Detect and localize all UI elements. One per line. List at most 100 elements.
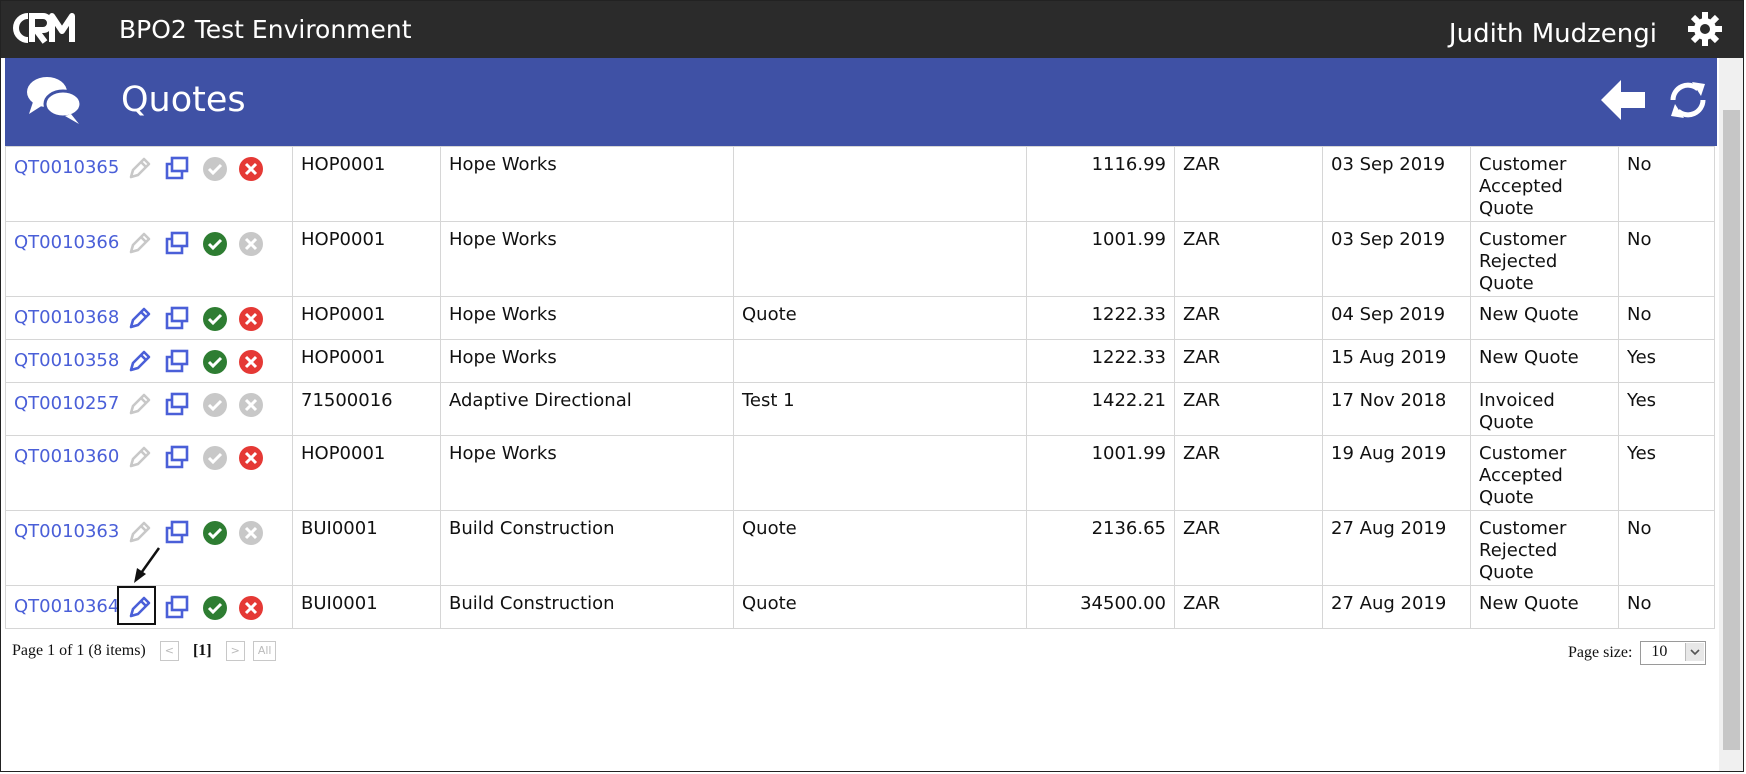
pencil-icon[interactable] (125, 305, 153, 339)
check-circle-icon[interactable] (201, 305, 229, 339)
date-cell: 04 Sep 2019 (1322, 296, 1471, 340)
flag-cell: No (1618, 510, 1715, 586)
check-circle-icon[interactable] (201, 348, 229, 382)
amount-cell: 1422.21 (1026, 382, 1175, 436)
pencil-icon (125, 230, 153, 264)
flag-cell: No (1618, 296, 1715, 340)
amount-cell: 1222.33 (1026, 339, 1175, 383)
vertical-scrollbar[interactable] (1719, 58, 1743, 771)
refresh-icon[interactable] (1665, 78, 1711, 122)
copy-windows-icon[interactable] (163, 519, 191, 553)
check-circle-icon[interactable] (201, 519, 229, 553)
app-window: BPO2 Test Environment Judith Mudzengi Qu… (0, 0, 1744, 772)
environment-title: BPO2 Test Environment (119, 15, 412, 44)
check-circle-icon[interactable] (201, 594, 229, 628)
description-cell (733, 435, 1027, 511)
flag-cell: Yes (1618, 435, 1715, 511)
copy-windows-icon[interactable] (163, 594, 191, 628)
x-circle-icon (237, 391, 265, 425)
currency-cell: ZAR (1174, 339, 1323, 383)
company-cell: Hope Works (440, 296, 734, 340)
pencil-icon (125, 155, 153, 189)
copy-windows-icon[interactable] (163, 230, 191, 264)
flag-cell: No (1618, 146, 1715, 222)
arrow-left-icon[interactable] (1599, 78, 1647, 122)
currency-cell: ZAR (1174, 146, 1323, 222)
check-circle-icon (201, 155, 229, 189)
scrollbar-thumb[interactable] (1723, 110, 1740, 750)
customer-code-cell: BUI0001 (292, 510, 441, 586)
page-size-label: Page size: (1568, 644, 1633, 661)
table-row[interactable]: QT0010365 HOP0001 Hope Works 1116.99 ZAR 03 S… (5, 146, 1715, 222)
status-cell: Customer Rejected Quote (1470, 221, 1619, 297)
actions-cell: QT0010257 (5, 382, 293, 436)
quote-id-link[interactable]: QT0010257 (14, 393, 119, 415)
prev-page-button[interactable]: < (159, 641, 179, 661)
amount-cell: 1116.99 (1026, 146, 1175, 222)
quote-id-link[interactable]: QT0010368 (14, 307, 119, 329)
quote-id-link[interactable]: QT0010358 (14, 350, 119, 372)
quote-id-link[interactable]: QT0010363 (14, 521, 119, 543)
date-cell: 17 Nov 2018 (1322, 382, 1471, 436)
amount-cell: 1222.33 (1026, 296, 1175, 340)
x-circle-icon[interactable] (237, 348, 265, 382)
table-row[interactable]: QT0010257 71500016 Adaptive Directional Tes… (5, 382, 1715, 436)
copy-windows-icon[interactable] (163, 155, 191, 189)
copy-windows-icon[interactable] (163, 391, 191, 425)
current-page: [1] (192, 642, 212, 659)
next-page-button[interactable]: > (225, 641, 245, 661)
quotes-table: QT0010365 HOP0001 Hope Works 1116.99 ZAR 03 S… (5, 146, 1715, 629)
page-size-select[interactable]: 10 (1640, 641, 1707, 665)
chevron-down-icon (1685, 643, 1705, 661)
pager-info: Page 1 of 1 (8 items) (12, 642, 146, 659)
currency-cell: ZAR (1174, 510, 1323, 586)
x-circle-icon[interactable] (237, 594, 265, 628)
quote-id-link[interactable]: QT0010364 (14, 596, 119, 618)
currency-cell: ZAR (1174, 585, 1323, 629)
table-row[interactable]: QT0010366 HOP0001 Hope Works 1001.99 ZAR 03 S… (5, 221, 1715, 297)
customer-code-cell: 71500016 (292, 382, 441, 436)
quote-id-link[interactable]: QT0010360 (14, 446, 119, 468)
copy-windows-icon[interactable] (163, 305, 191, 339)
page-size-value: 10 (1651, 643, 1668, 660)
flag-cell: Yes (1618, 382, 1715, 436)
table-row[interactable]: QT0010363 BUI0001 Build Construction Quote 2… (5, 510, 1715, 586)
show-all-button[interactable]: All (252, 641, 277, 661)
description-cell (733, 146, 1027, 222)
pager: Page 1 of 1 (8 items) < [1] > All (12, 641, 277, 661)
table-row[interactable]: QT0010364 BUI0001 Build Construction Quote 3… (5, 585, 1715, 629)
quote-id-link[interactable]: QT0010365 (14, 157, 119, 179)
date-cell: 27 Aug 2019 (1322, 585, 1471, 629)
x-circle-icon[interactable] (237, 305, 265, 339)
date-cell: 15 Aug 2019 (1322, 339, 1471, 383)
copy-windows-icon[interactable] (163, 348, 191, 382)
table-row[interactable]: QT0010358 HOP0001 Hope Works 1222.33 ZAR 15 A… (5, 339, 1715, 383)
table-row[interactable]: QT0010360 HOP0001 Hope Works 1001.99 ZAR 19 A… (5, 435, 1715, 511)
pencil-icon[interactable] (125, 348, 153, 382)
company-cell: Build Construction (440, 510, 734, 586)
flag-cell: No (1618, 585, 1715, 629)
x-circle-icon[interactable] (237, 155, 265, 189)
check-circle-icon[interactable] (201, 230, 229, 264)
gear-icon[interactable] (1687, 11, 1723, 47)
annotation-arrow (134, 547, 161, 583)
company-cell: Build Construction (440, 585, 734, 629)
amount-cell: 2136.65 (1026, 510, 1175, 586)
company-cell: Hope Works (440, 146, 734, 222)
description-cell (733, 221, 1027, 297)
customer-code-cell: HOP0001 (292, 146, 441, 222)
status-cell: Customer Rejected Quote (1470, 510, 1619, 586)
actions-cell: QT0010368 (5, 296, 293, 340)
customer-code-cell: HOP0001 (292, 221, 441, 297)
date-cell: 03 Sep 2019 (1322, 221, 1471, 297)
page-header: Quotes (5, 58, 1717, 146)
user-name[interactable]: Judith Mudzengi (1449, 19, 1657, 49)
table-row[interactable]: QT0010368 HOP0001 Hope Works Quote 1222.33 ZA… (5, 296, 1715, 340)
actions-cell: QT0010360 (5, 435, 293, 511)
quote-id-link[interactable]: QT0010366 (14, 232, 119, 254)
status-cell: Customer Accepted Quote (1470, 146, 1619, 222)
x-circle-icon[interactable] (237, 444, 265, 478)
copy-windows-icon[interactable] (163, 444, 191, 478)
flag-cell: Yes (1618, 339, 1715, 383)
currency-cell: ZAR (1174, 296, 1323, 340)
